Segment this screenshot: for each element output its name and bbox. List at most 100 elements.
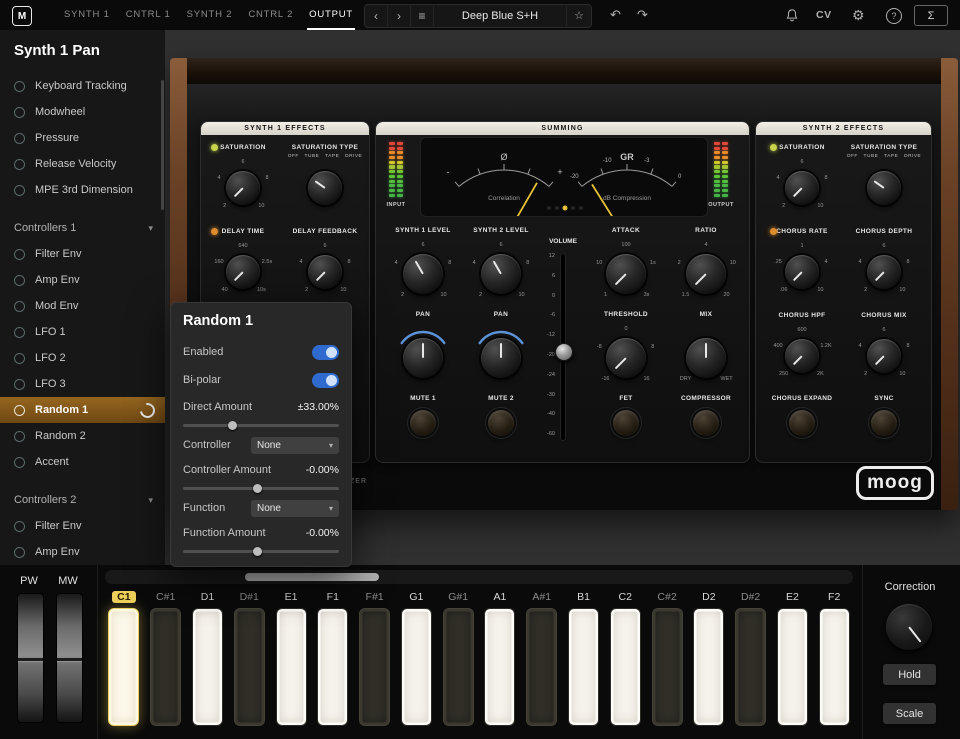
sidebar-section-controllers-2[interactable]: Controllers 2▾ [0,475,165,513]
saturation-type-knob[interactable] [308,171,342,205]
key-f2[interactable] [819,608,850,726]
key-f1[interactable] [317,608,348,726]
undo-icon[interactable]: ↶ [610,0,621,30]
moog-m-logo[interactable]: M [12,6,32,26]
sum-mixer-button[interactable]: Σ [914,5,948,26]
notifications-bell-icon[interactable] [785,8,799,28]
key-g1[interactable] [401,608,432,726]
chorus-mix-knob[interactable] [867,339,901,373]
cv-button[interactable]: CV [816,0,832,30]
sidebar-item-random-2[interactable]: Random 2 [0,423,165,449]
settings-gear-icon[interactable]: ⚙ [852,0,865,30]
sidebar-item-lfo-2[interactable]: LFO 2 [0,345,165,371]
pan-knob[interactable] [403,338,443,378]
mute-1-button[interactable] [410,410,436,436]
sidebar-scrollbar[interactable] [161,80,164,210]
controller-select[interactable]: None ▾ [251,437,339,454]
preset-next-button[interactable]: › [388,6,411,26]
key-d-2[interactable] [735,608,766,726]
synth-1-level-knob[interactable] [403,254,443,294]
sidebar-item-lfo-3[interactable]: LFO 3 [0,371,165,397]
key-a1[interactable] [484,608,515,726]
key-d-1[interactable] [234,608,265,726]
attack-knob[interactable] [606,254,646,294]
sidebar-item-keyboard-tracking[interactable]: Keyboard Tracking [0,73,165,99]
sidebar-item-filter-env[interactable]: Filter Env [0,241,165,267]
key-e1[interactable] [276,608,307,726]
sidebar-item-accent[interactable]: Accent [0,449,165,475]
sidebar-item-amp-env[interactable]: Amp Env [0,539,165,565]
help-icon[interactable]: ? [886,8,902,24]
function-select[interactable]: None ▾ [251,500,339,517]
key-b1[interactable] [568,608,599,726]
sync-button[interactable] [871,410,897,436]
controller-amount-slider[interactable] [183,484,339,493]
synth-2-level-knob[interactable] [481,254,521,294]
favorite-star-icon[interactable]: ☆ [566,6,591,26]
keyboard-scrollbar-thumb[interactable] [245,573,379,581]
preset-prev-button[interactable]: ‹ [365,6,388,26]
knob-pointer [793,187,803,197]
mix-knob[interactable] [686,338,726,378]
compressor-button[interactable] [693,410,719,436]
mute-2-button[interactable] [488,410,514,436]
key-d2[interactable] [693,608,724,726]
sidebar-item-amp-env[interactable]: Amp Env [0,267,165,293]
led-icon [389,161,395,164]
saturation-knob[interactable] [226,171,260,205]
tab-cntrl-2[interactable]: CNTRL 2 [248,0,293,30]
delay-time-knob[interactable] [226,255,260,289]
bipolar-toggle[interactable] [312,373,339,388]
key-a-1[interactable] [526,608,557,726]
chorus-rate-knob[interactable] [785,255,819,289]
tab-synth-1[interactable]: SYNTH 1 [64,0,110,30]
saturation-knob[interactable] [785,171,819,205]
sidebar-item-random-1[interactable]: Random 1 [0,397,165,423]
slider-thumb[interactable] [253,484,262,493]
sidebar-item-lfo-1[interactable]: LFO 1 [0,319,165,345]
chorus-expand-button[interactable] [789,410,815,436]
volume-slider-thumb[interactable] [555,343,573,361]
key-d1[interactable] [192,608,223,726]
key-c-1[interactable] [150,608,181,726]
direct-amount-slider[interactable] [183,421,339,430]
chorus-depth-knob[interactable] [867,255,901,289]
sidebar-section-controllers-1[interactable]: Controllers 1▾ [0,203,165,241]
mod-wheel[interactable] [56,593,83,723]
preset-menu-icon[interactable]: ≡ [411,6,434,26]
key-label-text: F2 [828,591,840,603]
slider-thumb[interactable] [228,421,237,430]
function-amount-slider[interactable] [183,547,339,556]
pitch-wheel[interactable] [17,593,44,723]
key-c-2[interactable] [652,608,683,726]
chorus-hpf-knob[interactable] [785,339,819,373]
saturation-type-knob[interactable] [867,171,901,205]
key-c1[interactable] [108,608,139,726]
hold-button[interactable]: Hold [883,664,936,685]
sidebar-item-filter-env[interactable]: Filter Env [0,513,165,539]
tab-cntrl-1[interactable]: CNTRL 1 [126,0,171,30]
key-c2[interactable] [610,608,641,726]
correction-knob[interactable] [886,604,932,650]
key-e2[interactable] [777,608,808,726]
ratio-knob[interactable] [686,254,726,294]
delay-feedback-knob[interactable] [308,255,342,289]
keyboard-scrollbar[interactable] [105,570,853,584]
tab-output[interactable]: OUTPUT [309,0,353,30]
slider-thumb[interactable] [253,547,262,556]
redo-icon[interactable]: ↷ [637,0,648,30]
fet-button[interactable] [613,410,639,436]
enabled-toggle[interactable] [312,345,339,360]
sidebar-item-modwheel[interactable]: Modwheel [0,99,165,125]
sidebar-item-release-velocity[interactable]: Release Velocity [0,151,165,177]
sidebar-item-pressure[interactable]: Pressure [0,125,165,151]
pan-knob[interactable] [481,338,521,378]
threshold-knob[interactable] [606,338,646,378]
tab-synth-2[interactable]: SYNTH 2 [187,0,233,30]
sidebar-item-mod-env[interactable]: Mod Env [0,293,165,319]
sidebar-item-mpe-3rd-dimension[interactable]: MPE 3rd Dimension [0,177,165,203]
scale-button[interactable]: Scale [883,703,936,724]
preset-name[interactable]: Deep Blue S+H [434,10,566,22]
key-f-1[interactable] [359,608,390,726]
key-g-1[interactable] [443,608,474,726]
